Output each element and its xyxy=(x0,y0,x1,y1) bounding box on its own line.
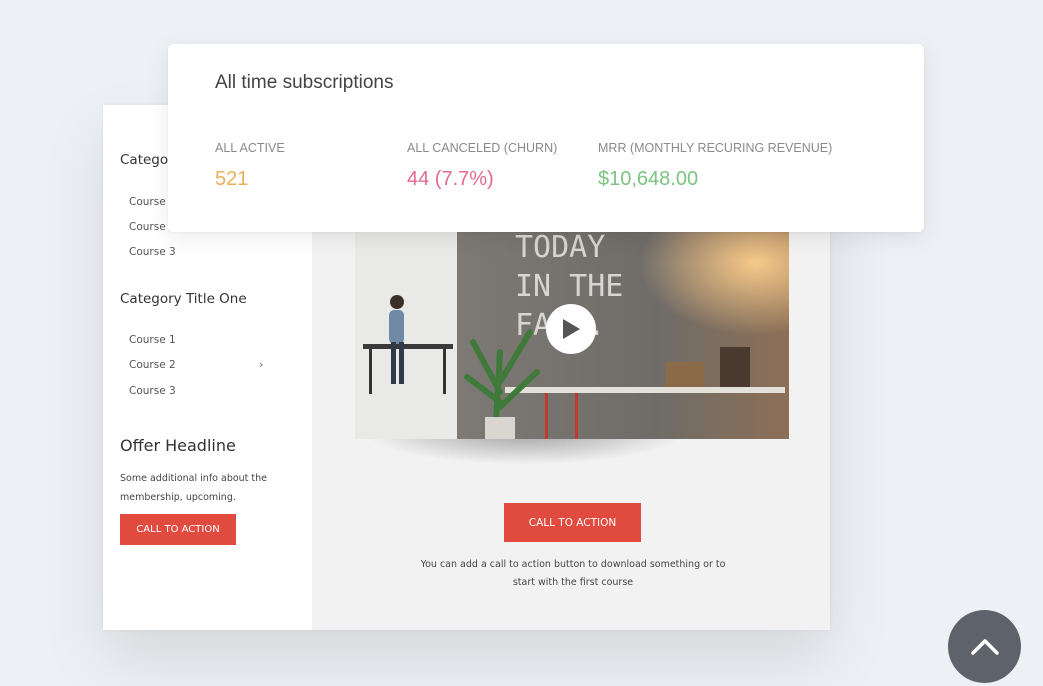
video-overlay-line: IN THE xyxy=(515,269,623,304)
sidebar-course-link[interactable]: Course 3 xyxy=(129,246,176,258)
stat-value-active: 521 xyxy=(215,168,249,190)
chevron-up-icon xyxy=(970,638,999,655)
sidebar-category-title: Categor xyxy=(120,152,174,168)
main-description: You can add a call to action button to d… xyxy=(420,559,726,588)
stat-label-mrr: MRR (MONTHLY RECURING REVENUE) xyxy=(598,141,833,155)
play-button[interactable] xyxy=(546,304,596,354)
stats-title: All time subscriptions xyxy=(215,72,394,93)
sidebar-category-title: Category Title One xyxy=(120,291,247,307)
video-player[interactable]: TODAY IN THE FACE. xyxy=(355,232,789,439)
stat-label-canceled: ALL CANCELED (CHURN) xyxy=(407,141,558,155)
scroll-to-top-button[interactable] xyxy=(948,610,1021,683)
chevron-right-icon: › xyxy=(259,358,264,371)
play-icon xyxy=(563,319,580,339)
subscriptions-stats-card: All time subscriptions ALL ACTIVE 521 AL… xyxy=(168,44,924,232)
offer-text: Some additional info about the membershi… xyxy=(120,473,268,503)
sidebar-course-link[interactable]: Course 2 xyxy=(129,359,176,371)
sidebar-call-to-action-button[interactable]: CALL TO ACTION xyxy=(120,514,236,545)
video-overlay-line: TODAY xyxy=(515,232,605,265)
offer-headline: Offer Headline xyxy=(120,436,236,455)
stat-value-canceled: 44 (7.7%) xyxy=(407,168,494,190)
stat-value-mrr: $10,648.00 xyxy=(598,168,699,190)
main-call-to-action-button[interactable]: CALL TO ACTION xyxy=(504,503,641,542)
sidebar-course-link[interactable]: Course 3 xyxy=(129,385,176,397)
sidebar-course-link[interactable]: Course 1 xyxy=(129,334,176,346)
stat-label-active: ALL ACTIVE xyxy=(215,141,285,155)
